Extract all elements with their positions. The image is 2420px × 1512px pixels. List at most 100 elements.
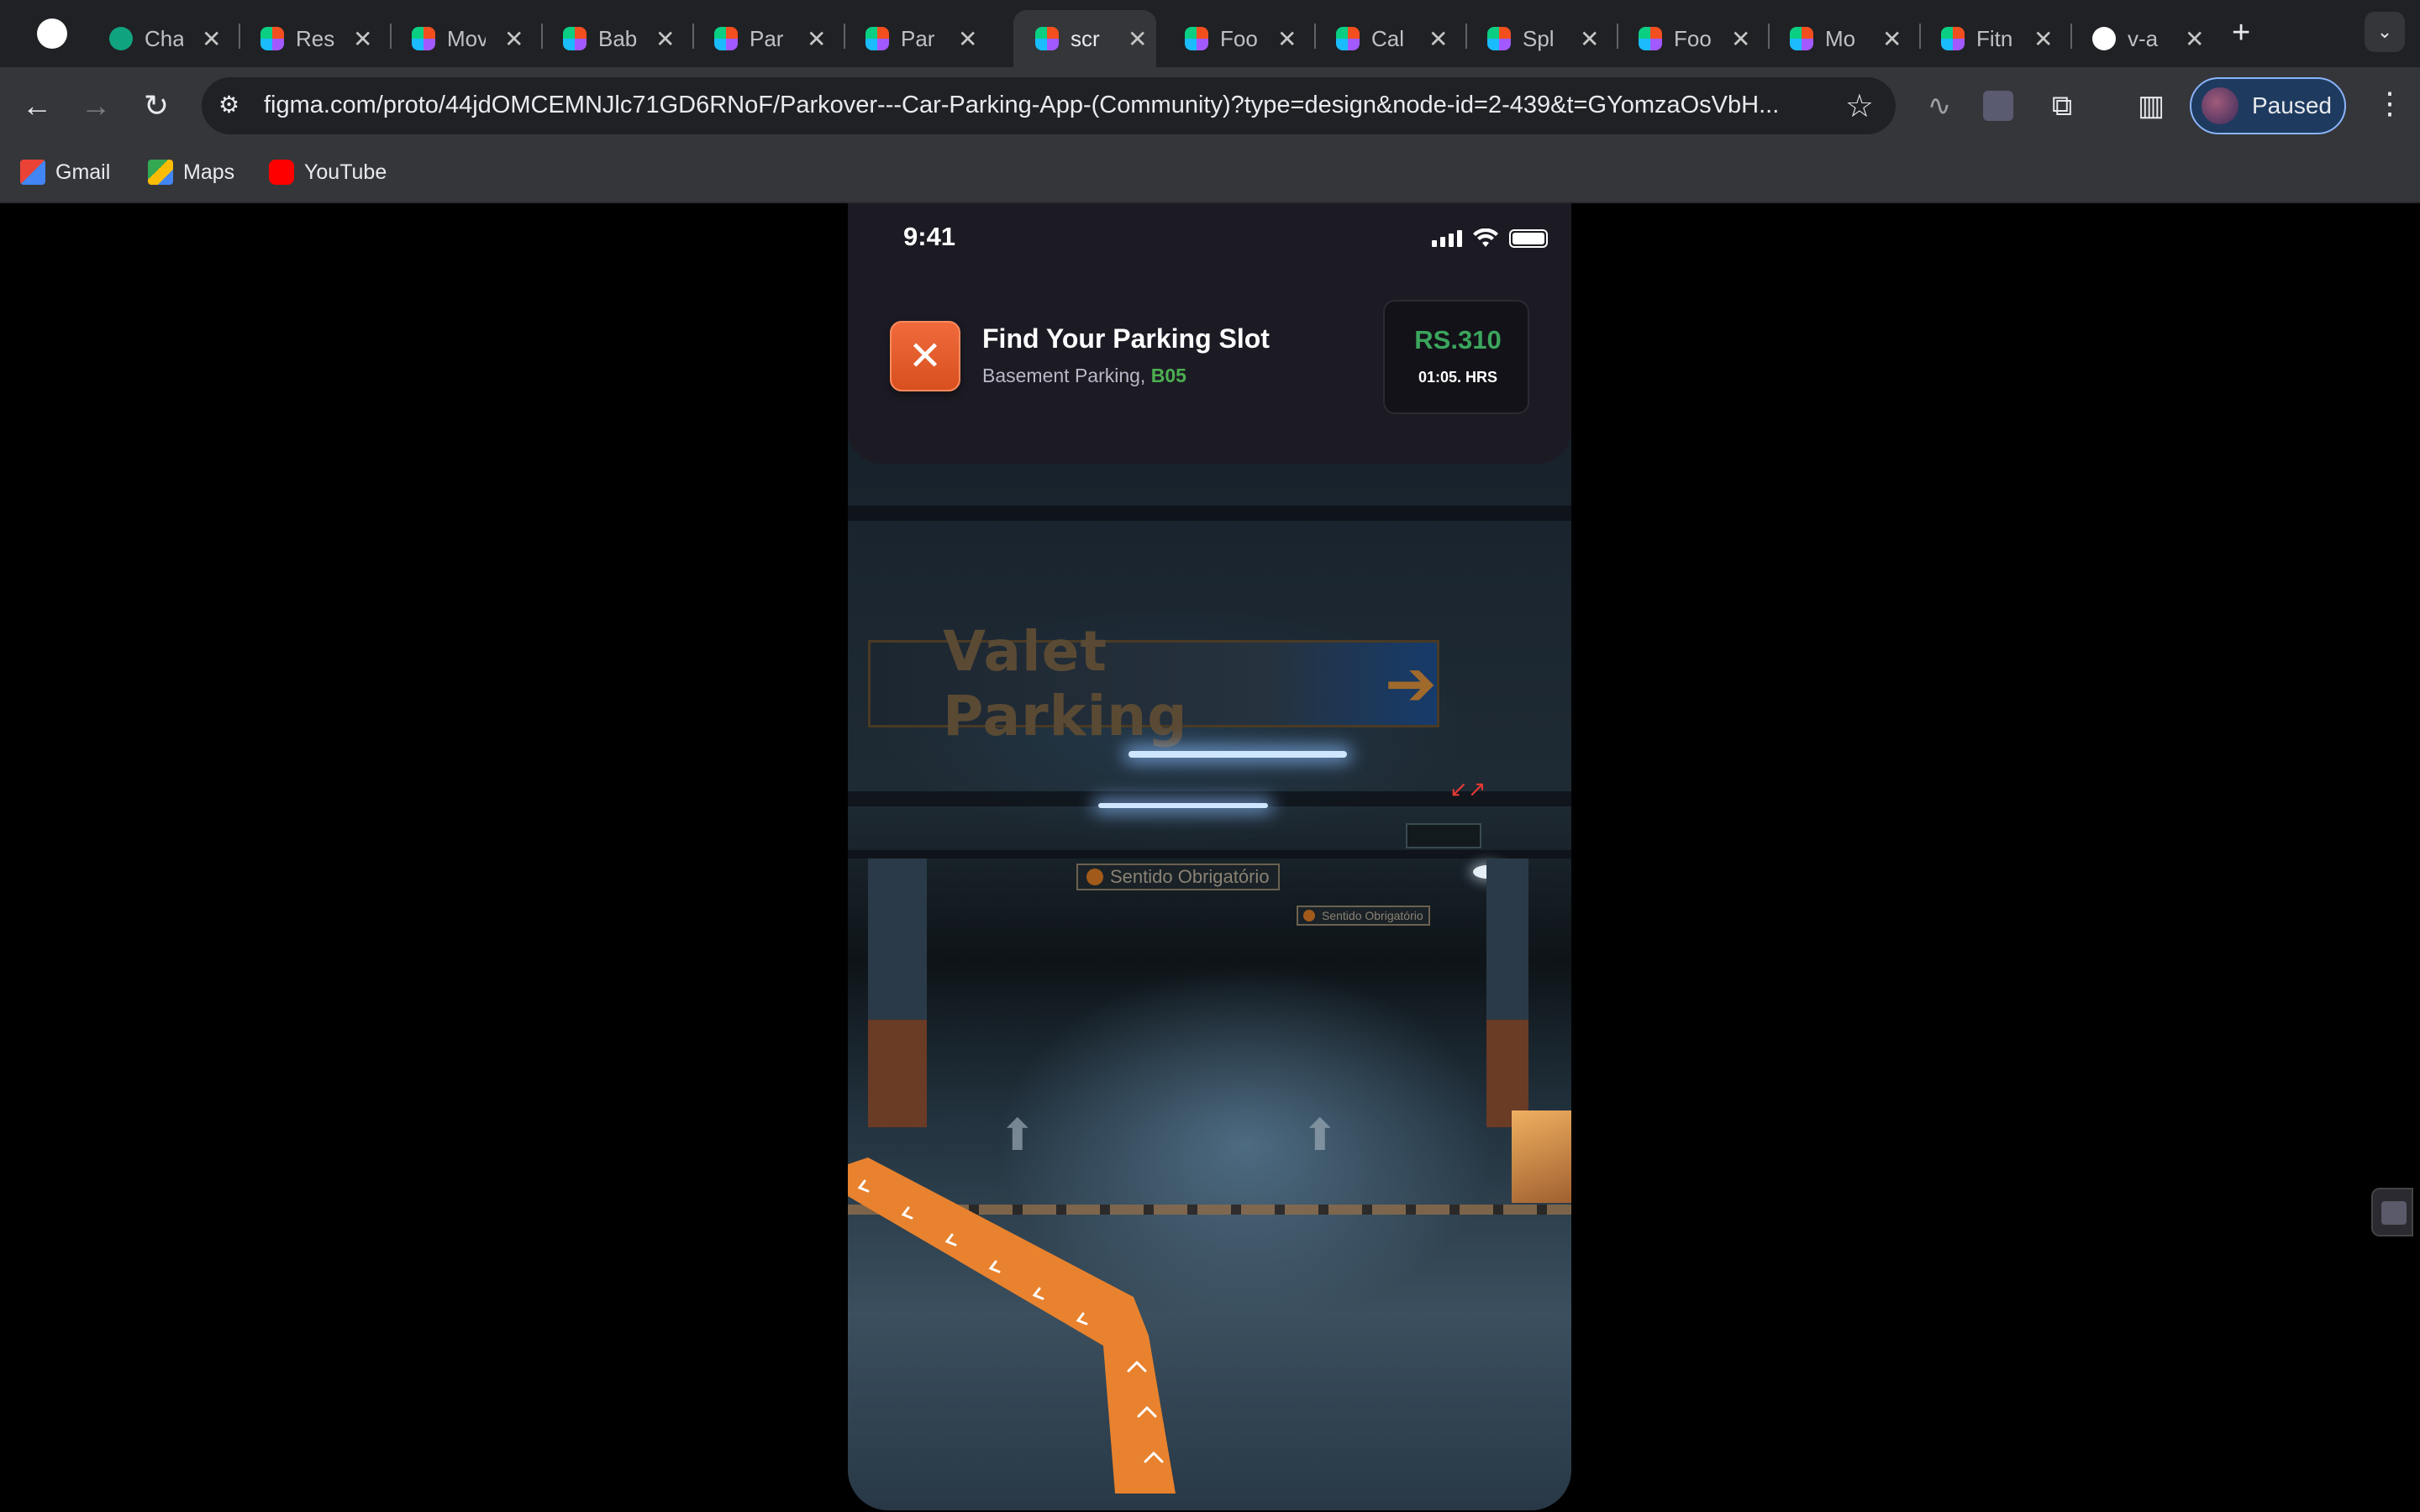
close-tab-icon[interactable]: ✕ [2185,25,2204,53]
parking-location: Basement Parking, B05 [982,365,1186,387]
figma-icon [260,27,284,50]
page-title: Find Your Parking Slot [982,323,1270,354]
close-tab-icon[interactable]: ✕ [1731,25,1750,53]
close-tab-icon[interactable]: ✕ [504,25,523,53]
extensions-puzzle-icon[interactable]: ⧉ [2044,87,2081,124]
tab-title: Mov [447,25,486,51]
status-bar-time: 9:41 [903,222,956,251]
bookmarks-bar: Gmail Maps YouTube [0,144,2420,203]
bookmark-label: Gmail [55,160,111,184]
tab[interactable]: Spl ✕ [1465,10,1618,67]
reload-icon[interactable]: ↻ [136,86,176,126]
browser-toolbar: ← → ↻ ⚙ figma.com/proto/44jdOMCEMNJlc71G… [0,67,2420,144]
tab[interactable]: Foo ✕ [1617,10,1770,67]
parking-price: RS.310 [1414,325,1502,354]
maps-icon [148,160,173,185]
gmail-icon [20,160,45,185]
parking-header-card: 9:41 ✕ Find Your Parking Slot Basement P… [848,203,1571,464]
battery-icon [1509,229,1548,248]
slot-badge: B05 [1150,365,1186,386]
extension-side-widget[interactable] [2371,1188,2413,1236]
avatar [2202,87,2238,124]
bookmark-label: Maps [183,160,235,184]
figma-icon [1487,27,1511,50]
chatgpt-icon [109,27,133,50]
close-tab-icon[interactable]: ✕ [202,25,221,53]
close-tab-icon[interactable]: ✕ [958,25,977,53]
tab[interactable]: Bab ✕ [541,10,694,67]
figma-icon [1185,27,1208,50]
close-tab-icon[interactable]: ✕ [1428,25,1448,53]
profile-status-label: Paused [2252,92,2332,118]
tab[interactable]: Cha ✕ [87,10,240,67]
tab[interactable]: Cal ✕ [1314,10,1467,67]
figma-icon [865,27,889,50]
close-tab-icon[interactable]: ✕ [655,25,675,53]
tab-title: Par [750,25,784,51]
tab-title: scr [1071,25,1100,51]
status-bar-icons [1432,228,1548,249]
tab[interactable]: v-a ✕ [2070,10,2222,67]
tab[interactable]: Mo ✕ [1768,10,1921,67]
tab-search-chevron-icon[interactable]: ⌄ [2365,12,2405,52]
tab-title: v-a [2128,25,2159,51]
tab-title: Par [901,25,935,51]
tab[interactable]: Par ✕ [692,10,845,67]
close-tab-icon[interactable]: ✕ [1128,25,1147,53]
close-tab-icon[interactable]: ✕ [1277,25,1297,53]
cellular-signal-icon [1432,230,1462,247]
figma-icon [1639,27,1662,50]
more-menu-icon[interactable]: ⋮ [2375,86,2405,121]
bookmark-maps[interactable]: Maps [148,160,234,185]
tab[interactable]: Res ✕ [239,10,392,67]
bookmark-youtube[interactable]: YouTube [269,160,387,185]
tab-active[interactable]: scr ✕ [1013,10,1156,67]
side-panel-icon[interactable]: ▥ [2133,87,2170,124]
close-tab-icon[interactable]: ✕ [1882,25,1902,53]
figma-icon [412,27,435,50]
forward-arrow-icon[interactable]: → [76,86,116,126]
tab[interactable]: Mov ✕ [390,10,543,67]
tab-title: Spl [1523,25,1555,51]
tab[interactable]: Fitn ✕ [1919,10,2072,67]
close-tab-icon[interactable]: ✕ [807,25,826,53]
tab-title: Cha [145,25,183,51]
close-button[interactable]: ✕ [890,321,960,391]
extension-icon[interactable] [1983,91,2013,121]
tab-title: Cal [1371,25,1405,51]
youtube-icon [269,160,294,185]
figma-prototype-viewport: Valet Parking ➔ ↙↗ Sentido Obrigatório S… [0,203,2420,1512]
figma-icon [1790,27,1813,50]
pinned-tab-icon[interactable] [37,18,67,49]
performance-icon[interactable]: ∿ [1921,87,1958,124]
close-tab-icon[interactable]: ✕ [353,25,372,53]
tab-title: Foo [1674,25,1712,51]
bookmark-gmail[interactable]: Gmail [20,160,110,185]
new-tab-plus-icon[interactable]: + [2232,15,2250,51]
figma-icon [1035,27,1059,50]
url-text[interactable]: figma.com/proto/44jdOMCEMNJlc71GD6RNoF/P… [264,92,1827,119]
figma-icon [714,27,738,50]
parking-duration: 01:05. HRS [1418,369,1498,386]
github-icon [2092,27,2116,50]
address-bar[interactable]: ⚙ figma.com/proto/44jdOMCEMNJlc71GD6RNoF… [202,77,1896,134]
bookmark-star-icon[interactable]: ☆ [1845,87,1874,125]
tab-strip: Cha ✕ Res ✕ Mov ✕ Bab ✕ Par ✕ Par ✕ scr … [0,0,2420,67]
close-icon: ✕ [908,334,943,379]
figma-icon [563,27,587,50]
figma-icon [1336,27,1360,50]
profile-button[interactable]: Paused [2190,77,2346,134]
phone-frame: Valet Parking ➔ ↙↗ Sentido Obrigatório S… [848,203,1571,1510]
wifi-icon [1473,228,1498,247]
back-arrow-icon[interactable]: ← [17,86,57,126]
price-box: RS.310 01:05. HRS [1383,300,1529,414]
close-tab-icon[interactable]: ✕ [1580,25,1599,53]
tab-title: Mo [1825,25,1856,51]
tab[interactable]: Foo ✕ [1163,10,1316,67]
figma-icon [1941,27,1965,50]
tab[interactable]: Par ✕ [844,10,995,67]
site-info-icon[interactable]: ⚙ [218,91,249,121]
close-tab-icon[interactable]: ✕ [2033,25,2053,53]
tab-title: Bab [598,25,637,51]
tab-title: Fitn [1976,25,2013,51]
